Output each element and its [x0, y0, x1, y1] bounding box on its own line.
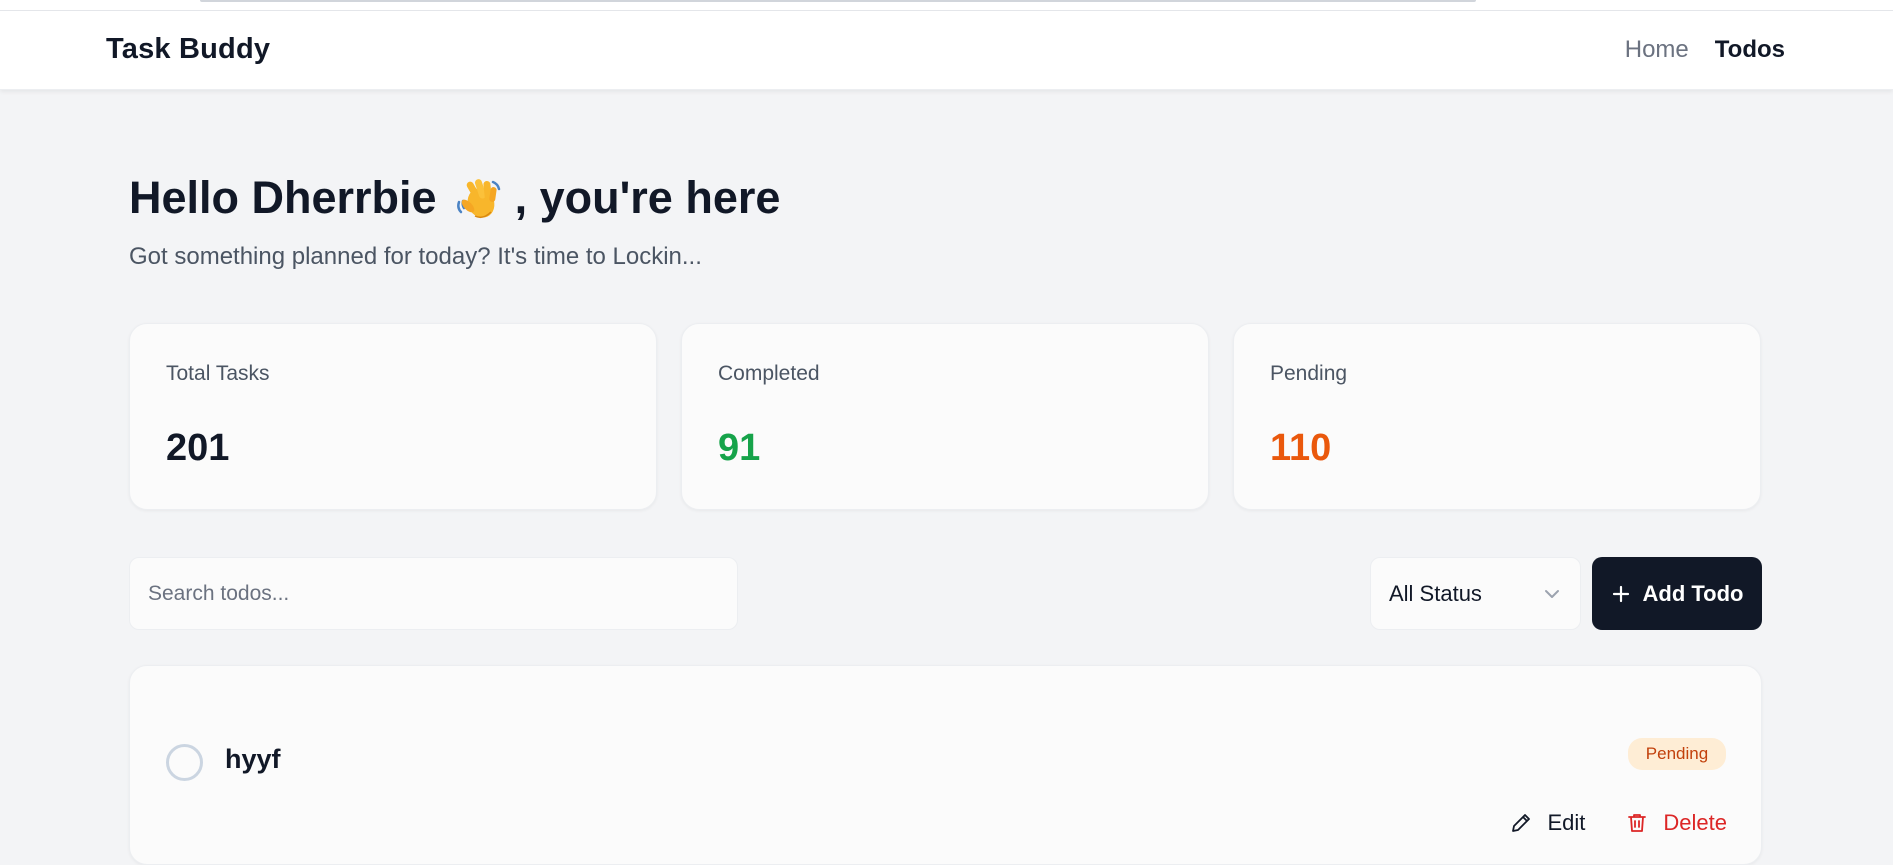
todo-actions: Edit Delete: [1509, 810, 1727, 836]
status-filter-value: All Status: [1389, 580, 1482, 606]
stat-value-pending: 110: [1270, 427, 1332, 469]
app-brand[interactable]: Task Buddy: [106, 33, 270, 66]
greeting-text: Hello Dherrbie: [129, 172, 437, 223]
page-subtitle: Got something planned for today? It's ti…: [129, 243, 702, 270]
stat-label: Pending: [1270, 362, 1348, 385]
page-title: Hello Dherrbie , you're here: [129, 172, 780, 224]
search-input[interactable]: [129, 557, 738, 630]
browser-top-strip: [0, 0, 1893, 11]
stat-label: Total Tasks: [166, 362, 270, 385]
stat-card-pending: Pending 110: [1233, 323, 1761, 510]
navbar: Task Buddy Home Todos: [0, 11, 1893, 90]
stat-label: Completed: [718, 362, 820, 385]
add-todo-label: Add Todo: [1642, 580, 1744, 606]
delete-label: Delete: [1663, 810, 1727, 835]
stat-value-completed: 91: [718, 427, 761, 469]
status-badge: Pending: [1628, 738, 1726, 770]
scroll-indicator: [200, 0, 1476, 2]
plus-icon: [1612, 585, 1629, 602]
status-filter-select[interactable]: All Status: [1370, 557, 1581, 630]
pencil-icon: [1512, 814, 1531, 832]
todo-title: hyyf: [225, 744, 281, 774]
edit-button[interactable]: Edit: [1509, 810, 1585, 836]
stat-card-total: Total Tasks 201: [129, 323, 657, 510]
add-todo-button[interactable]: Add Todo: [1592, 557, 1762, 630]
edit-label: Edit: [1547, 810, 1586, 835]
nav-link-home[interactable]: Home: [1625, 36, 1689, 64]
stat-value-total: 201: [166, 427, 230, 469]
greeting-suffix: , you're here: [514, 172, 781, 223]
todo-complete-checkbox[interactable]: [166, 744, 203, 781]
nav-links: Home Todos: [1625, 36, 1785, 64]
nav-link-todos[interactable]: Todos: [1715, 36, 1785, 64]
waving-hand-icon: [453, 172, 505, 224]
chevron-down-icon: [1545, 590, 1559, 598]
stat-card-completed: Completed 91: [681, 323, 1209, 510]
trash-icon: [1628, 814, 1647, 832]
delete-button[interactable]: Delete: [1625, 810, 1727, 836]
todo-list: hyyf Pending Edit Delete: [129, 665, 1762, 865]
